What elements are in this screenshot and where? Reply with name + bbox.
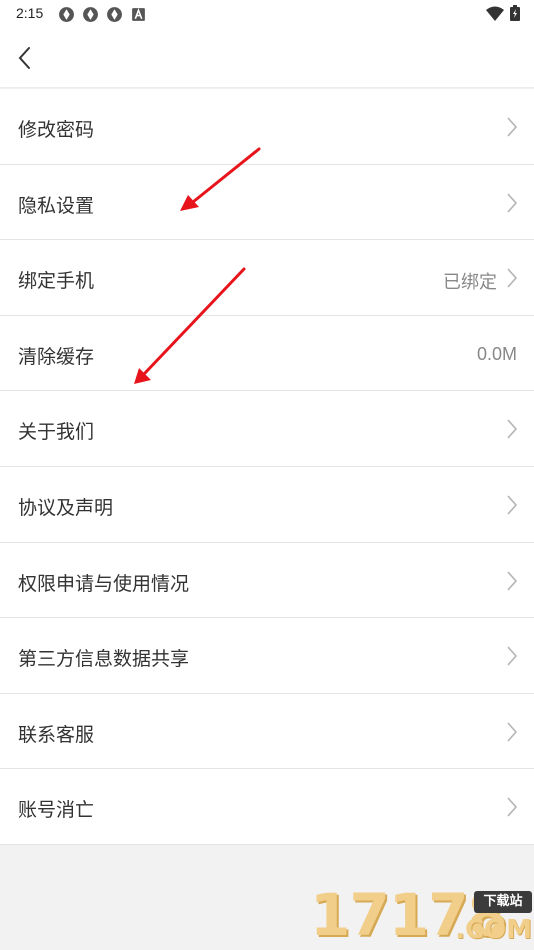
settings-item-label: 联系客服: [18, 723, 95, 746]
settings-item-label: 绑定手机: [18, 270, 95, 293]
status-right-icons: [486, 5, 520, 21]
settings-item-permissions[interactable]: 权限申请与使用情况: [0, 542, 534, 619]
sync-icon: [107, 7, 122, 22]
bind-status-value: 已绑定: [443, 272, 497, 293]
settings-item-contact-support[interactable]: 联系客服: [0, 693, 534, 770]
settings-item-clear-cache[interactable]: 清除缓存 0.0M: [0, 315, 534, 392]
settings-item-label: 关于我们: [18, 421, 95, 444]
chevron-right-icon: [507, 495, 518, 515]
status-bar: 2:15: [0, 0, 534, 28]
settings-item-label: 权限申请与使用情况: [18, 572, 190, 595]
settings-item-label: 隐私设置: [18, 194, 95, 217]
settings-item-privacy[interactable]: 隐私设置: [0, 164, 534, 241]
settings-item-about[interactable]: 关于我们: [0, 391, 534, 467]
settings-item-label: 修改密码: [18, 119, 95, 141]
cache-size-value: 0.0M: [476, 343, 517, 364]
back-button[interactable]: [12, 44, 38, 72]
settings-item-label: 协议及声明: [18, 496, 114, 519]
chevron-right-icon: [507, 117, 518, 137]
chevron-right-icon: [507, 419, 518, 439]
settings-item-bind-phone[interactable]: 绑定手机 已绑定: [0, 240, 534, 316]
chevron-right-icon: [507, 722, 518, 742]
settings-item-agreements[interactable]: 协议及声明: [0, 466, 534, 543]
watermark-tag: 下载站: [474, 891, 532, 913]
watermark-domain: .COM: [455, 915, 532, 945]
watermark-logo: 17178 下载站 .COM: [310, 885, 534, 950]
settings-item-delete-account[interactable]: 账号消亡: [0, 769, 534, 845]
app-bar: [0, 28, 534, 88]
wifi-icon: [486, 6, 504, 21]
settings-item-third-party-sharing[interactable]: 第三方信息数据共享: [0, 618, 534, 694]
settings-item-change-password[interactable]: 修改密码: [0, 89, 534, 165]
battery-icon: [510, 5, 520, 21]
chevron-right-icon: [507, 797, 518, 817]
notification-icons: [58, 6, 147, 23]
chevron-right-icon: [507, 571, 518, 591]
sync-icon: [83, 7, 98, 22]
settings-item-label: 第三方信息数据共享: [18, 648, 190, 671]
chevron-right-icon: [507, 646, 518, 666]
chevron-right-icon: [507, 193, 518, 213]
sync-icon: [59, 7, 74, 22]
settings-item-label: 清除缓存: [18, 345, 95, 368]
settings-list: 修改密码 隐私设置 绑定手机 已绑定 清除缓存 0.0M 关于我们 协议及声明 …: [0, 89, 534, 845]
chevron-right-icon: [507, 268, 518, 288]
settings-item-label: 账号消亡: [18, 799, 95, 822]
a-icon: [132, 7, 145, 21]
status-time: 2:15: [16, 5, 44, 21]
